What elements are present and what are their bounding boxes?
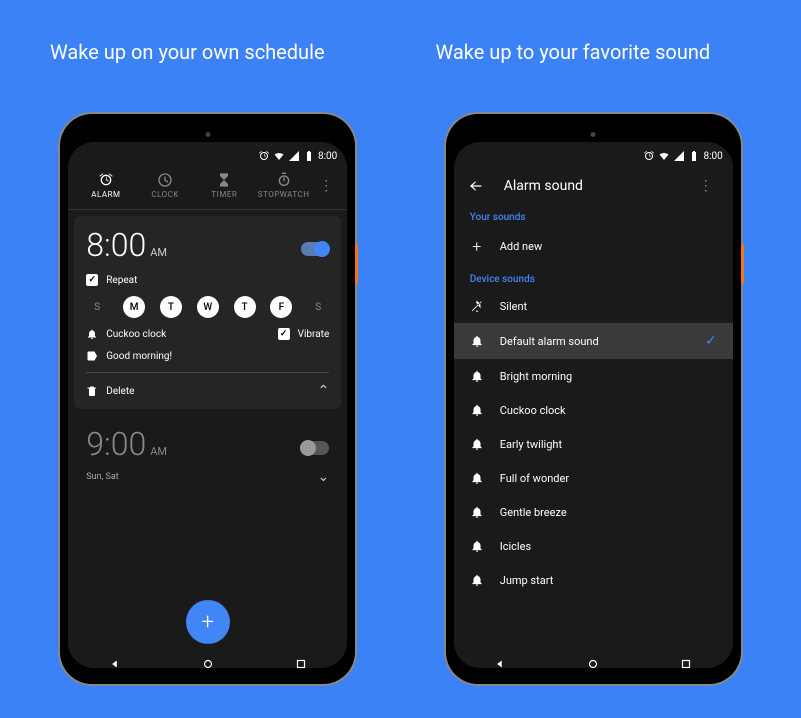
day-toggle[interactable]: T xyxy=(160,296,182,318)
sound-item[interactable]: Gentle breeze xyxy=(454,495,733,529)
bell-icon xyxy=(470,539,484,553)
bell-icon xyxy=(86,328,98,340)
label-icon xyxy=(86,350,98,362)
vibrate-checkbox[interactable] xyxy=(278,328,290,340)
tab-alarm[interactable]: ALARM xyxy=(76,172,135,199)
sound-header: Alarm sound ⋮ xyxy=(454,168,733,204)
timer-icon xyxy=(216,172,232,188)
expand-icon[interactable]: ⌄ xyxy=(318,469,330,485)
alarm-status-icon xyxy=(258,150,270,162)
alarm-sound-row[interactable]: Cuckoo clock xyxy=(86,328,166,340)
headline-left: Wake up on your own schedule xyxy=(50,40,366,64)
alarm-1-card: 8:00 AM Repeat SMTWTFS Cuckoo clock xyxy=(74,216,341,409)
sound-item[interactable]: Cuckoo clock xyxy=(454,393,733,427)
wifi-icon xyxy=(658,150,670,162)
android-navbar xyxy=(454,652,733,668)
sound-item[interactable]: Bright morning xyxy=(454,359,733,393)
battery-icon xyxy=(303,150,315,162)
statusbar-time: 8:00 xyxy=(703,151,722,162)
android-navbar xyxy=(68,652,347,668)
overflow-menu[interactable]: ⋮ xyxy=(313,178,339,194)
phone-frame-2: 8:00 Alarm sound ⋮ Your sounds + Add new… xyxy=(446,114,741,684)
add-new-sound[interactable]: + Add new xyxy=(454,227,733,266)
back-nav-icon[interactable] xyxy=(108,657,122,668)
day-toggle[interactable]: T xyxy=(234,296,256,318)
day-toggle[interactable]: S xyxy=(86,296,108,318)
tab-clock[interactable]: CLOCK xyxy=(136,172,195,199)
battery-icon xyxy=(688,150,700,162)
vibrate-row[interactable]: Vibrate xyxy=(278,328,330,340)
recent-nav-icon[interactable] xyxy=(294,657,308,668)
overflow-menu[interactable]: ⋮ xyxy=(693,178,719,194)
alarm-2-card: 9:00 AM Sun, Sat ⌄ xyxy=(68,415,347,495)
back-nav-icon[interactable] xyxy=(493,657,507,668)
headline-right: Wake up to your favorite sound xyxy=(436,40,752,64)
phone-frame-1: 8:00 ALARM CLOCK TIMER xyxy=(60,114,355,684)
day-toggle[interactable]: W xyxy=(197,296,219,318)
statusbar: 8:00 xyxy=(68,144,347,168)
alarm-status-icon xyxy=(643,150,655,162)
alarm-icon xyxy=(98,172,114,188)
sound-item[interactable]: Default alarm sound✓ xyxy=(454,323,733,359)
alarm-1-toggle[interactable] xyxy=(301,242,329,256)
day-toggle[interactable]: M xyxy=(123,296,145,318)
statusbar: 8:00 xyxy=(454,144,733,168)
bell-icon xyxy=(470,471,484,485)
bell-icon xyxy=(470,573,484,587)
signal-icon xyxy=(288,150,300,162)
bell-icon xyxy=(470,369,484,383)
bell-icon xyxy=(470,334,484,348)
section-your-sounds: Your sounds xyxy=(454,204,733,227)
recent-nav-icon[interactable] xyxy=(679,657,693,668)
bell-icon xyxy=(470,403,484,417)
sound-item[interactable]: Silent xyxy=(454,289,733,323)
days-row: SMTWTFS xyxy=(86,296,329,318)
bell-icon xyxy=(470,437,484,451)
section-device-sounds: Device sounds xyxy=(454,266,733,289)
home-nav-icon[interactable] xyxy=(586,657,600,668)
page-title: Alarm sound xyxy=(504,178,673,194)
day-toggle[interactable]: S xyxy=(307,296,329,318)
day-toggle[interactable]: F xyxy=(270,296,292,318)
tab-stopwatch[interactable]: STOPWATCH xyxy=(254,172,313,199)
alarm-2-time[interactable]: 9:00 AM xyxy=(86,425,167,463)
bell-off-icon xyxy=(470,299,484,313)
statusbar-time: 8:00 xyxy=(318,151,337,162)
check-icon: ✓ xyxy=(705,333,717,349)
alarm-2-summary: Sun, Sat xyxy=(86,472,118,482)
wifi-icon xyxy=(273,150,285,162)
trash-icon xyxy=(86,385,98,397)
stopwatch-icon xyxy=(276,172,292,188)
plus-icon: + xyxy=(470,237,484,256)
signal-icon xyxy=(673,150,685,162)
sound-item[interactable]: Icicles xyxy=(454,529,733,563)
delete-button[interactable]: Delete xyxy=(86,385,134,397)
add-alarm-fab[interactable]: + xyxy=(186,600,230,644)
alarm-1-time[interactable]: 8:00 AM xyxy=(86,226,167,264)
back-icon[interactable] xyxy=(468,178,484,194)
repeat-row[interactable]: Repeat xyxy=(86,274,329,286)
home-nav-icon[interactable] xyxy=(201,657,215,668)
sound-item[interactable]: Full of wonder xyxy=(454,461,733,495)
repeat-checkbox[interactable] xyxy=(86,274,98,286)
collapse-icon[interactable]: ⌃ xyxy=(318,383,330,399)
alarm-2-toggle[interactable] xyxy=(301,441,329,455)
label-row[interactable]: Good morning! xyxy=(86,350,329,362)
bell-icon xyxy=(470,505,484,519)
tab-timer[interactable]: TIMER xyxy=(195,172,254,199)
sound-item[interactable]: Early twilight xyxy=(454,427,733,461)
tabs: ALARM CLOCK TIMER STOPWATCH ⋮ xyxy=(68,168,347,210)
sound-item[interactable]: Jump start xyxy=(454,563,733,597)
clock-icon xyxy=(157,172,173,188)
